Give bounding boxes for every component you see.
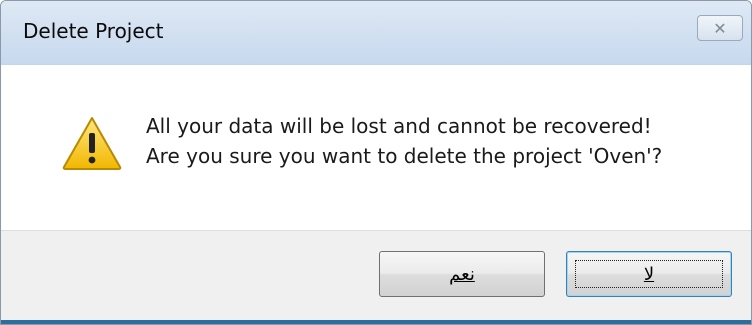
yes-button-label: نعم bbox=[449, 263, 475, 285]
dialog-content: All your data will be lost and cannot be… bbox=[1, 65, 751, 230]
message-text: All your data will be lost and cannot be… bbox=[146, 111, 662, 171]
button-bar: نعم لا bbox=[1, 230, 751, 324]
close-icon: ✕ bbox=[713, 18, 727, 38]
window-bottom-edge bbox=[1, 320, 751, 324]
no-button[interactable]: لا bbox=[566, 251, 732, 297]
dialog-title: Delete Project bbox=[23, 19, 164, 43]
warning-icon bbox=[62, 117, 122, 170]
yes-button[interactable]: نعم bbox=[379, 251, 545, 297]
title-bar[interactable]: Delete Project ✕ bbox=[1, 1, 751, 65]
message-line-1: All your data will be lost and cannot be… bbox=[146, 114, 652, 138]
close-button[interactable]: ✕ bbox=[697, 15, 743, 41]
message-line-2: Are you sure you want to delete the proj… bbox=[146, 144, 663, 168]
delete-project-dialog: Delete Project ✕ All your data will be l… bbox=[0, 0, 752, 325]
no-button-label: لا bbox=[643, 263, 655, 285]
